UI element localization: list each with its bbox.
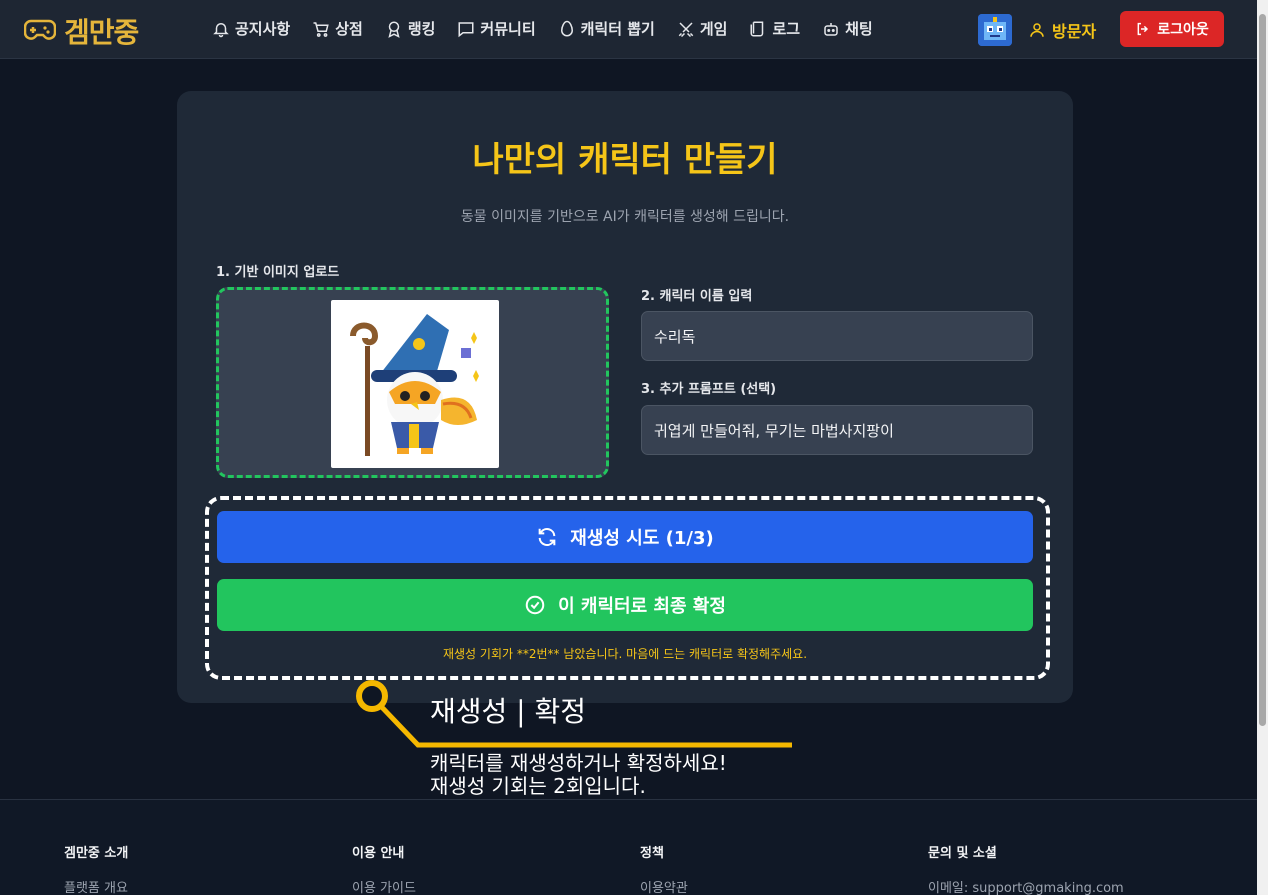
user-name: 방문자 xyxy=(1052,22,1097,41)
image-upload-dropzone[interactable] xyxy=(216,287,609,478)
confirm-button[interactable]: 이 캐릭터로 최종 확정 xyxy=(217,579,1033,631)
robot-avatar-icon xyxy=(978,14,1012,46)
confirm-label: 이 캐릭터로 최종 확정 xyxy=(558,596,726,617)
logout-icon xyxy=(1137,22,1149,36)
regenerate-label: 재생성 시도 (1/3) xyxy=(570,528,714,549)
footer-col-about: 겜만중 소개 플랫폼 개요 xyxy=(64,842,128,895)
footer-link[interactable]: 이용 가이드 xyxy=(352,877,416,895)
swords-icon xyxy=(678,21,694,37)
egg-icon xyxy=(560,20,573,36)
regenerate-button[interactable]: 재생성 시도 (1/3) xyxy=(217,511,1033,563)
footer-link[interactable]: 이메일: support@gmaking.com xyxy=(928,877,1124,895)
nav-log[interactable]: 로그 xyxy=(749,18,800,39)
nav-community-label: 커뮤니티 xyxy=(480,20,536,38)
main-nav: 공지사항 상점 랭킹 커뮤니티 캐릭터 뽑기 게임 로그 채팅 xyxy=(212,18,873,39)
callout-marker xyxy=(356,680,388,712)
page-title: 나만의 캐릭터 만들기 xyxy=(472,140,778,180)
logout-button[interactable]: 로그아웃 xyxy=(1120,11,1224,47)
chat-icon xyxy=(458,21,474,37)
check-circle-icon xyxy=(525,595,545,615)
logo-text: 겜만중 xyxy=(64,16,139,49)
nav-game[interactable]: 게임 xyxy=(677,18,728,39)
nav-shop[interactable]: 상점 xyxy=(312,18,363,39)
name-label: 2. 캐릭터 이름 입력 xyxy=(641,289,753,304)
footer-col-policy: 정책 이용약관 xyxy=(640,842,688,895)
prompt-label: 3. 추가 프롬프트 (선택) xyxy=(641,382,777,397)
footer-col-contact: 문의 및 소셜 이메일: support@gmaking.com xyxy=(928,842,1124,895)
nav-log-label: 로그 xyxy=(772,20,801,38)
page-subtitle: 동물 이미지를 기반으로 AI가 캐릭터를 생성해 드립니다. xyxy=(460,209,790,225)
top-nav-bar: 겜만중 공지사항 상점 랭킹 커뮤니티 캐릭터 뽑기 게임 로그 채팅 방문자 … xyxy=(0,0,1257,59)
nav-community[interactable]: 커뮤니티 xyxy=(457,18,536,39)
nav-shop-label: 상점 xyxy=(335,20,363,38)
user-menu[interactable]: 방문자 xyxy=(1028,18,1096,42)
footer-heading: 문의 및 소셜 xyxy=(928,846,997,861)
callout-body: 캐릭터를 재생성하거나 확정하세요! 재생성 기회는 2회입니다. xyxy=(430,752,727,798)
nav-game-label: 게임 xyxy=(699,20,728,38)
character-name-input[interactable]: 수리독 xyxy=(641,311,1033,361)
upload-label: 1. 기반 이미지 업로드 xyxy=(216,265,340,280)
nav-gacha[interactable]: 캐릭터 뽑기 xyxy=(558,18,655,39)
gamepad-icon xyxy=(24,19,56,40)
cart-icon xyxy=(313,21,329,37)
nav-ranking[interactable]: 랭킹 xyxy=(385,18,436,39)
footer-link[interactable]: 플랫폼 개요 xyxy=(64,877,128,895)
medal-icon xyxy=(388,21,400,38)
nav-notice-label: 공지사항 xyxy=(235,20,291,38)
avatar[interactable] xyxy=(978,14,1012,46)
nav-chat-label: 채팅 xyxy=(845,20,873,38)
scrollbar[interactable] xyxy=(1257,0,1268,895)
scroll-icon xyxy=(750,21,764,36)
nav-ranking-label: 랭킹 xyxy=(407,20,436,38)
nav-notice[interactable]: 공지사항 xyxy=(212,18,290,39)
uploaded-image-preview xyxy=(331,300,499,468)
bell-icon xyxy=(213,22,229,37)
bot-icon xyxy=(824,22,838,36)
scrollbar-thumb[interactable] xyxy=(1259,14,1266,726)
refresh-icon xyxy=(538,528,556,546)
nav-chat[interactable]: 채팅 xyxy=(822,18,873,39)
logo[interactable]: 겜만중 xyxy=(24,11,139,51)
footer-heading: 정책 xyxy=(640,846,664,861)
callout-line-2: 재생성 기회는 2회입니다. xyxy=(430,774,646,798)
callout-title: 재생성 | 확정 xyxy=(430,695,587,728)
logout-label: 로그아웃 xyxy=(1157,22,1209,38)
callout-line-1: 캐릭터를 재생성하거나 확정하세요! xyxy=(430,751,727,775)
footer-col-guide: 이용 안내 이용 가이드 xyxy=(352,842,416,895)
nav-gacha-label: 캐릭터 뽑기 xyxy=(580,20,655,38)
footer-heading: 이용 안내 xyxy=(352,846,405,861)
regenerate-hint: 재생성 기회가 **2번** 남았습니다. 마음에 드는 캐릭터로 확정해주세요… xyxy=(442,647,808,661)
wizard-bird-image xyxy=(350,314,479,456)
user-icon xyxy=(1030,23,1044,37)
footer-link[interactable]: 이용약관 xyxy=(640,877,688,895)
footer-heading: 겜만중 소개 xyxy=(64,846,129,861)
extra-prompt-input[interactable]: 귀엽게 만들어줘, 무기는 마법사지팡이 xyxy=(641,405,1033,455)
